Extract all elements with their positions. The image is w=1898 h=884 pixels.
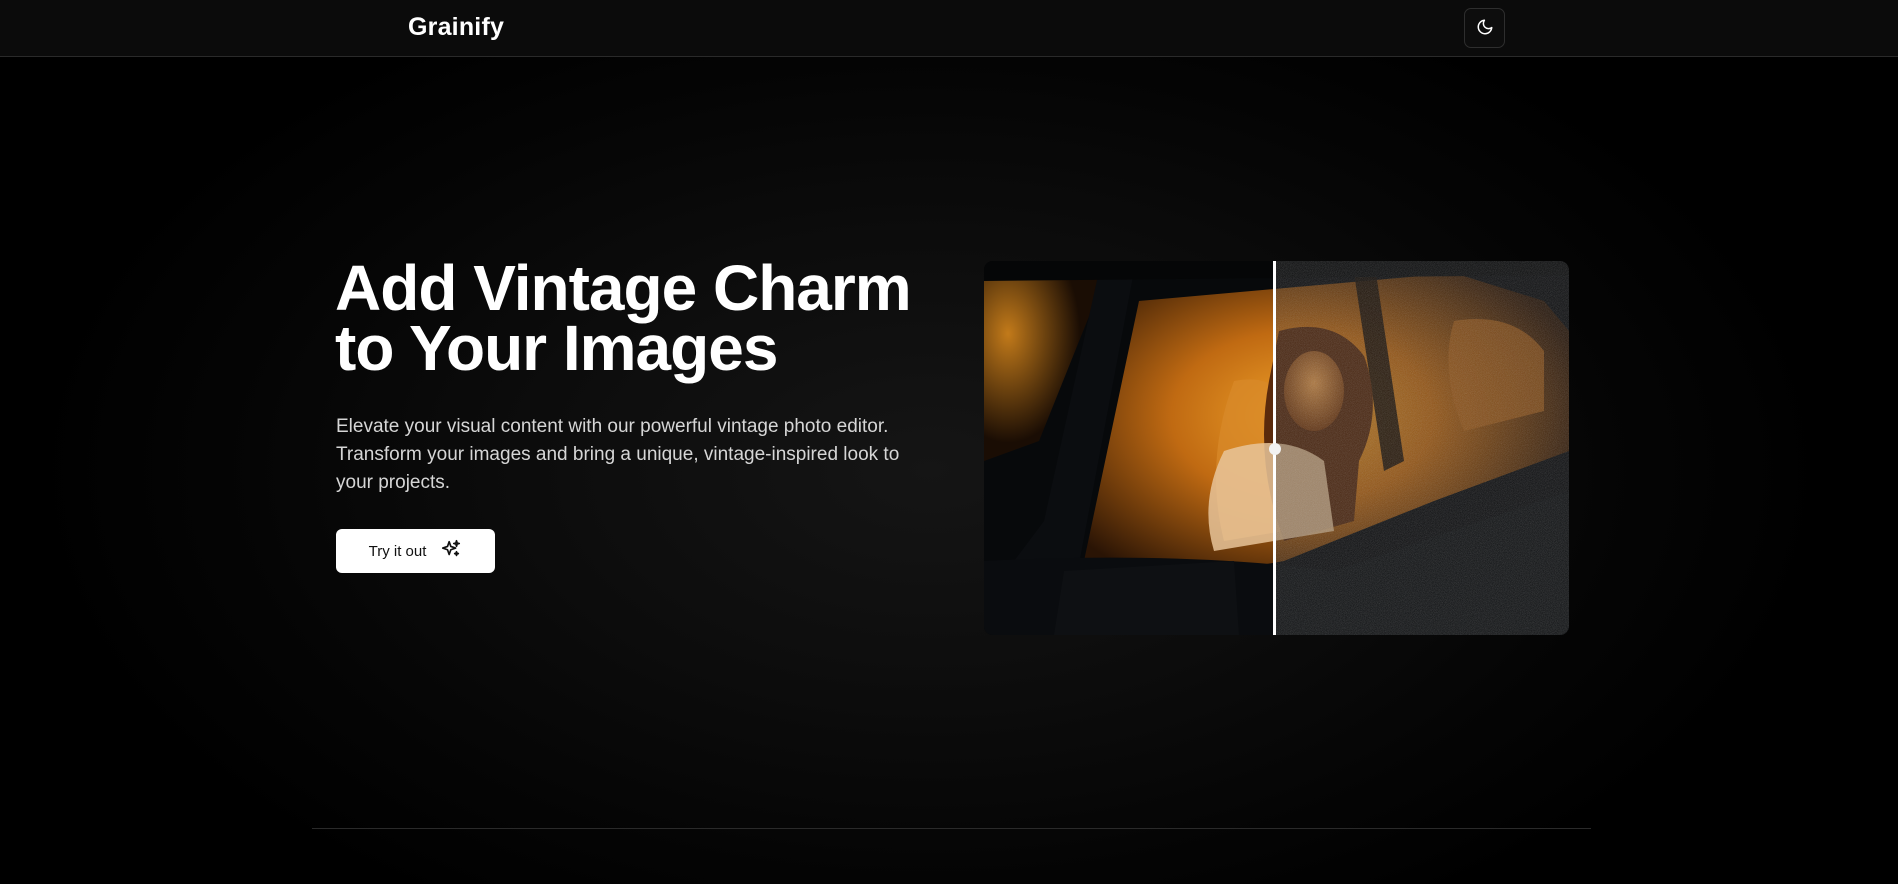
hero-title-line-2: to Your Images <box>335 312 778 384</box>
section-divider <box>312 828 1591 829</box>
try-it-out-label: Try it out <box>368 542 427 560</box>
sparkles-icon <box>440 538 462 564</box>
navbar: Grainify <box>0 0 1898 57</box>
page: Grainify Add Vintage Charm to Your Image… <box>0 0 1898 884</box>
try-it-out-button[interactable]: Try it out <box>336 529 495 573</box>
before-after-compare[interactable] <box>984 261 1569 635</box>
brand-logo[interactable]: Grainify <box>408 13 504 42</box>
theme-toggle-button[interactable] <box>1464 8 1505 48</box>
moon-icon <box>1476 18 1494 39</box>
compare-drag-handle[interactable] <box>1269 443 1281 455</box>
hero-description: Elevate your visual content with our pow… <box>336 416 900 493</box>
hero-title-line-1: Add Vintage Charm <box>335 252 912 324</box>
hero-title: Add Vintage Charm to Your Images <box>335 252 955 384</box>
